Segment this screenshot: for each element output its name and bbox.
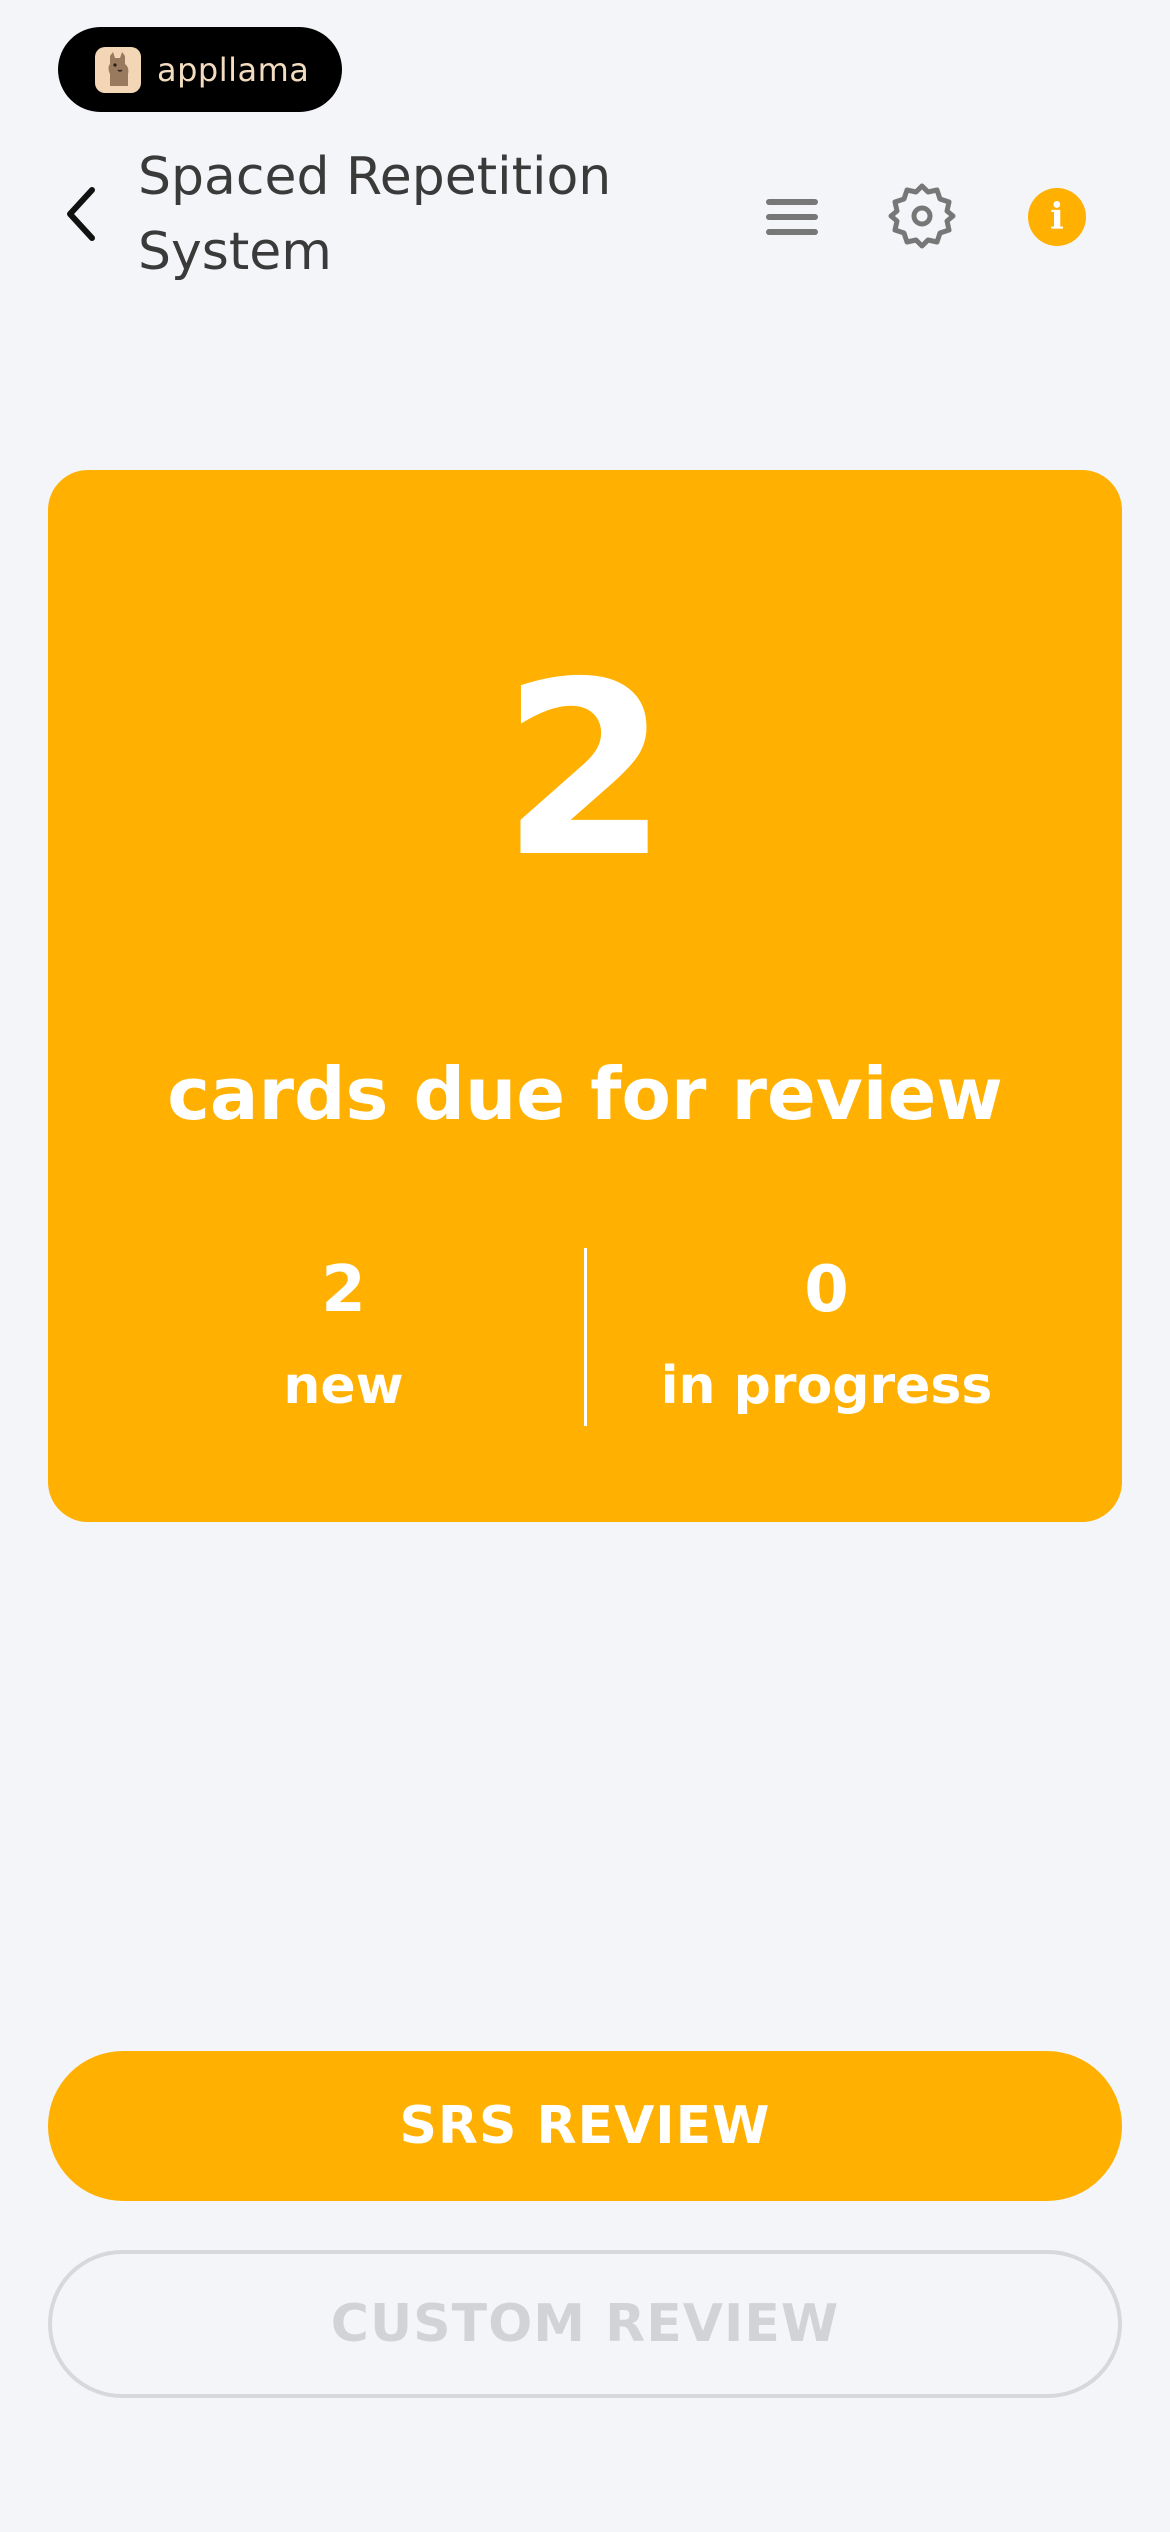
new-label: new — [283, 1356, 404, 1416]
in-progress-label: in progress — [660, 1356, 993, 1416]
info-icon: i — [1050, 196, 1064, 238]
due-label: cards due for review — [167, 1052, 1003, 1136]
custom-review-button[interactable]: CUSTOM REVIEW — [48, 2250, 1122, 2398]
hamburger-menu-icon — [766, 199, 818, 235]
srs-review-button[interactable]: SRS REVIEW — [48, 2051, 1122, 2201]
top-bar: Spaced Repetition System i — [0, 140, 1170, 290]
due-count: 2 — [501, 630, 669, 910]
brand-name: appllama — [157, 50, 310, 89]
menu-button[interactable] — [760, 185, 824, 249]
new-stat: 2 new — [48, 1250, 585, 1426]
brand-badge[interactable]: appllama — [58, 27, 342, 112]
info-button[interactable]: i — [1028, 188, 1086, 246]
back-button[interactable] — [52, 178, 112, 250]
due-summary-card: 2 cards due for review 2 new 0 in progre… — [48, 470, 1122, 1522]
settings-button[interactable] — [886, 180, 958, 252]
in-progress-count: 0 — [804, 1253, 849, 1327]
llama-logo-icon — [95, 46, 141, 93]
gear-icon — [888, 183, 956, 249]
chevron-left-icon — [67, 187, 95, 241]
new-count: 2 — [321, 1253, 366, 1327]
page-title: Spaced Repetition System — [138, 147, 612, 282]
in-progress-stat: 0 in progress — [585, 1250, 1122, 1426]
